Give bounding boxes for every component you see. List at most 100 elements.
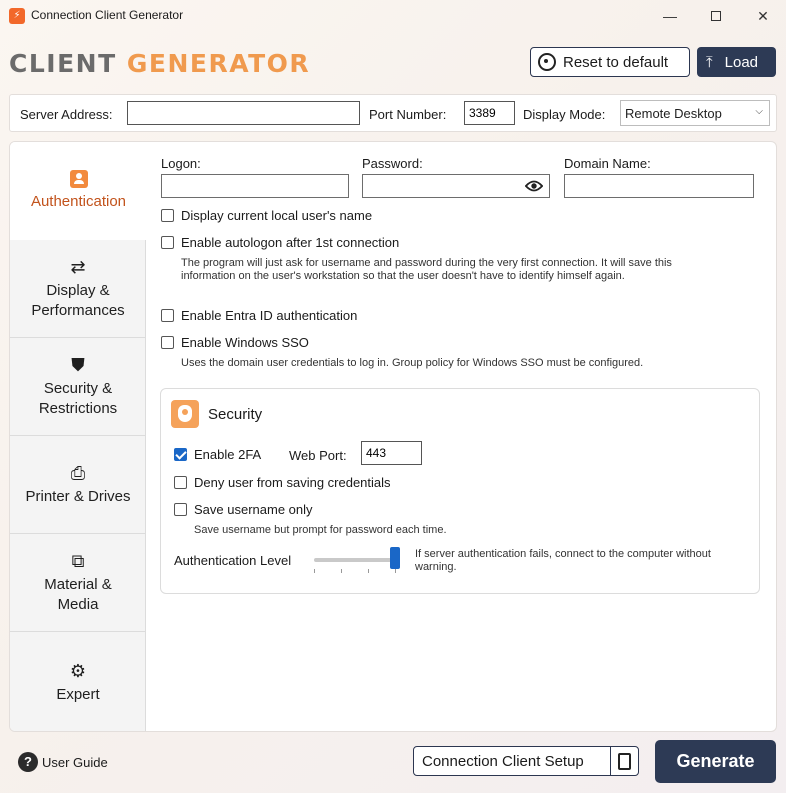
enable-2fa-checkbox-row[interactable]: Enable 2FA [174, 447, 261, 462]
sidebar-item-label: Security & Restrictions [38, 379, 118, 417]
sidebar-item-printer[interactable]: ⎙ Printer & Drives [10, 436, 146, 534]
sidebar-item-label: Printer & Drives [25, 487, 131, 505]
autologon-note-line2: information on the user's workstation so… [181, 270, 625, 282]
server-settings-bar: Server Address: Port Number: 3389 Displa… [9, 94, 777, 132]
sidebar-item-label: Material & Media [44, 575, 112, 613]
autologon-checkbox[interactable] [161, 236, 174, 249]
slider-track[interactable] [314, 558, 396, 562]
password-input[interactable] [362, 174, 550, 198]
display-local-user-checkbox-row[interactable]: Display current local user's name [161, 208, 372, 223]
port-number-input[interactable]: 3389 [464, 101, 515, 125]
reset-label: Reset to default [563, 53, 669, 71]
user-badge-icon [69, 170, 88, 188]
sidebar-item-label: Expert [56, 685, 100, 703]
windows-sso-checkbox-row[interactable]: Enable Windows SSO [161, 335, 309, 350]
enable-2fa-label: Enable 2FA [194, 447, 262, 462]
save-username-checkbox[interactable] [174, 503, 187, 516]
web-port-label: Web Port: [289, 448, 347, 463]
display-local-user-checkbox[interactable] [161, 209, 174, 222]
load-label: Load [724, 53, 759, 71]
maximize-icon [711, 11, 721, 21]
brand-logo: CLIENT GENERATOR [9, 49, 310, 78]
password-label: Password: [362, 156, 423, 171]
sidebar-item-material[interactable]: ⧉ Material & Media [10, 534, 146, 632]
entra-id-checkbox[interactable] [161, 309, 174, 322]
display-settings-icon: ⇄ [70, 256, 86, 277]
connection-client-setup-label: Connection Client Setup [422, 752, 584, 770]
help-icon[interactable]: ? [18, 752, 38, 772]
autologon-note-line1: The program will just ask for username a… [181, 257, 672, 269]
slider-tick [314, 569, 315, 573]
authentication-level-description-line1: If server authentication fails, connect … [415, 548, 711, 560]
slider-tick [341, 569, 342, 573]
entra-id-label: Enable Entra ID authentication [181, 308, 358, 323]
minimize-button[interactable]: — [647, 0, 693, 32]
sidebar-item-label: Display & Performances [31, 281, 125, 319]
entra-id-checkbox-row[interactable]: Enable Entra ID authentication [161, 308, 357, 323]
logon-label: Logon: [161, 156, 201, 171]
reset-to-default-button[interactable]: Reset to default [530, 47, 690, 77]
windows-sso-label: Enable Windows SSO [181, 335, 309, 350]
port-number-label: Port Number: [369, 107, 447, 122]
authentication-content: Logon: Password: Domain Name: Display cu… [146, 142, 776, 731]
save-username-note: Save username but prompt for password ea… [194, 524, 447, 536]
security-badge-icon [171, 400, 199, 428]
title-bar: ⚡ Connection Client Generator — ✕ [0, 0, 786, 32]
autologon-note: The program will just ask for username a… [181, 257, 672, 283]
autologon-label: Enable autologon after 1st connection [181, 235, 400, 250]
clipboard-link-icon [610, 747, 638, 775]
authentication-level-description: If server authentication fails, connect … [415, 548, 711, 574]
connection-client-setup-button[interactable]: Connection Client Setup [413, 746, 639, 776]
media-cable-icon: ⧉ [71, 550, 85, 571]
server-address-label: Server Address: [20, 107, 113, 122]
sidebar-item-security[interactable]: ⛊ Security & Restrictions [10, 338, 146, 436]
close-button[interactable]: ✕ [740, 0, 786, 32]
display-mode-label: Display Mode: [523, 107, 606, 122]
logon-input[interactable] [161, 174, 349, 198]
window-title: Connection Client Generator [31, 8, 184, 22]
app-icon: ⚡ [9, 8, 25, 24]
minimize-icon: — [663, 8, 677, 24]
upload-icon: ⤒ [706, 53, 713, 71]
user-guide-link[interactable]: User Guide [42, 755, 108, 770]
windows-sso-checkbox[interactable] [161, 336, 174, 349]
eye-icon[interactable] [525, 179, 543, 193]
authentication-level-label: Authentication Level [174, 553, 292, 568]
brand-logo-part1: CLIENT [9, 49, 127, 78]
brand-logo-part2: GENERATOR [126, 49, 311, 78]
autologon-checkbox-row[interactable]: Enable autologon after 1st connection [161, 235, 399, 250]
reset-icon [538, 53, 556, 71]
printer-icon: ⎙ [70, 462, 86, 483]
sidebar-item-display[interactable]: ⇄ Display & Performances [10, 240, 146, 338]
sidebar: Authentication ⇄ Display & Performances … [10, 142, 147, 731]
save-username-checkbox-row[interactable]: Save username only [174, 502, 313, 517]
maximize-button[interactable] [693, 0, 739, 32]
deny-saving-checkbox-row[interactable]: Deny user from saving credentials [174, 475, 391, 490]
display-local-user-label: Display current local user's name [181, 208, 373, 223]
slider-tick [368, 569, 369, 573]
save-username-label: Save username only [194, 502, 313, 517]
authentication-level-description-line2: warning. [415, 561, 457, 573]
sidebar-item-label: Authentication [30, 193, 127, 210]
sidebar-item-authentication[interactable]: Authentication [10, 142, 147, 240]
main-panel: Authentication ⇄ Display & Performances … [9, 141, 777, 732]
deny-saving-checkbox[interactable] [174, 476, 187, 489]
slider-tick [395, 569, 396, 573]
server-address-input[interactable] [127, 101, 360, 125]
close-icon: ✕ [757, 7, 769, 24]
display-mode-select[interactable]: Remote Desktop ⌵ [620, 100, 770, 126]
display-mode-value: Remote Desktop [625, 106, 722, 121]
domain-name-input[interactable] [564, 174, 754, 198]
sidebar-item-expert[interactable]: ⚙ Expert [10, 632, 146, 731]
chevron-down-icon: ⌵ [755, 106, 763, 117]
security-card: Security Enable 2FA Web Port: 443 Deny u… [160, 388, 760, 594]
generate-button[interactable]: Generate [655, 740, 776, 783]
load-button[interactable]: ⤒ Load [697, 47, 776, 77]
web-port-input[interactable]: 443 [361, 441, 422, 465]
domain-name-label: Domain Name: [564, 156, 651, 171]
expert-gear-icon: ⚙ [69, 660, 87, 681]
enable-2fa-checkbox[interactable] [174, 448, 187, 461]
windows-sso-note: Uses the domain user credentials to log … [181, 357, 644, 369]
slider-thumb[interactable] [390, 547, 400, 569]
deny-saving-label: Deny user from saving credentials [194, 475, 391, 490]
